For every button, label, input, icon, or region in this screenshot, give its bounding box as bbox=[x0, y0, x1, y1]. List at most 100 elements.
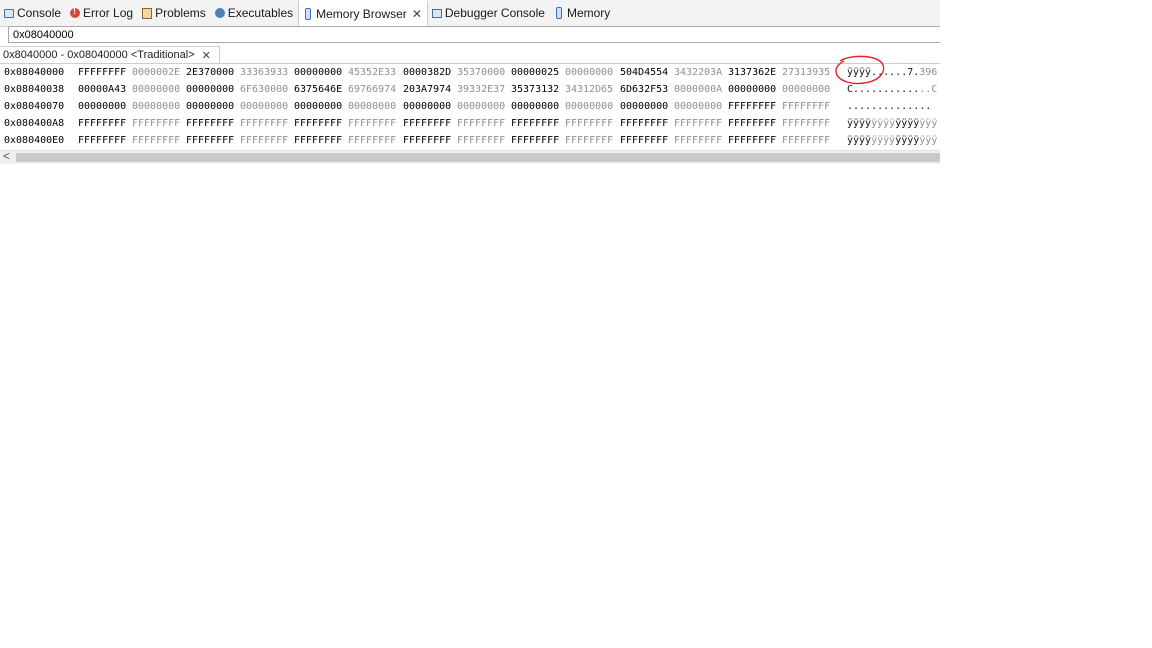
memory-word[interactable]: 45352E33 bbox=[348, 64, 396, 81]
memory-word[interactable]: FFFFFFFF bbox=[294, 132, 342, 149]
tab-problems[interactable]: Problems bbox=[138, 0, 211, 26]
table-row[interactable]: 0x080400E0 FFFFFFFF FFFFFFFF FFFFFFFF FFFFFF… bbox=[0, 132, 940, 149]
view-tab-bar: Console Error Log Problems Executables M… bbox=[0, 0, 940, 27]
tab-error-log[interactable]: Error Log bbox=[66, 0, 138, 26]
row-ascii[interactable]: ÿÿÿÿ......7.396 bbox=[847, 64, 937, 81]
memory-word[interactable]: FFFFFFFF bbox=[403, 132, 451, 149]
scrollbar-thumb[interactable] bbox=[16, 153, 940, 162]
memory-word[interactable]: 00000000 bbox=[511, 98, 559, 115]
memory-word[interactable]: 0000382D bbox=[403, 64, 451, 81]
tab-label: Memory Browser bbox=[316, 7, 407, 21]
memory-word[interactable]: FFFFFFFF bbox=[132, 132, 180, 149]
memory-word[interactable]: 00000000 bbox=[457, 98, 505, 115]
memory-word[interactable]: 39332E37 bbox=[457, 81, 505, 98]
memory-word[interactable]: 00000000 bbox=[186, 98, 234, 115]
memory-word[interactable]: 3137362E bbox=[728, 64, 776, 81]
ascii-segment: 396 bbox=[919, 67, 938, 78]
memory-word[interactable]: FFFFFFFF bbox=[403, 115, 451, 132]
memory-word[interactable]: FFFFFFFF bbox=[240, 115, 288, 132]
tab-rendering-traditional[interactable]: 0x8040000 - 0x08040000 <Traditional> ✕ bbox=[0, 46, 220, 63]
memory-word[interactable]: FFFFFFFF bbox=[565, 132, 613, 149]
tab-memory-browser[interactable]: Memory Browser ✕ bbox=[298, 0, 428, 26]
memory-word[interactable]: 3432203A bbox=[674, 64, 722, 81]
memory-word[interactable]: 203A7974 bbox=[403, 81, 451, 98]
memory-word[interactable]: 00000000 bbox=[565, 64, 613, 81]
row-ascii[interactable]: C.............C bbox=[847, 81, 937, 98]
row-ascii[interactable]: ÿÿÿÿÿÿÿÿÿÿÿÿÿÿÿ bbox=[847, 115, 937, 132]
memory-word[interactable]: FFFFFFFF bbox=[457, 115, 505, 132]
horizontal-scrollbar[interactable]: < bbox=[0, 149, 940, 164]
memory-word[interactable]: 00000000 bbox=[186, 81, 234, 98]
table-row[interactable]: 0x08040000 FFFFFFFF 0000002E 2E370000 333639… bbox=[0, 64, 940, 81]
close-icon[interactable]: ✕ bbox=[412, 7, 422, 21]
memory-word[interactable]: FFFFFFFF bbox=[674, 132, 722, 149]
table-row[interactable]: 0x080400A8 FFFFFFFF FFFFFFFF FFFFFFFF FFFFFF… bbox=[0, 115, 940, 132]
memory-word[interactable]: FFFFFFFF bbox=[132, 115, 180, 132]
memory-word[interactable]: 69766974 bbox=[348, 81, 396, 98]
memory-word[interactable]: FFFFFFFF bbox=[674, 115, 722, 132]
memory-word[interactable]: FFFFFFFF bbox=[728, 115, 776, 132]
memory-word[interactable]: 00000025 bbox=[511, 64, 559, 81]
memory-word[interactable]: FFFFFFFF bbox=[728, 132, 776, 149]
memory-word[interactable]: 34312D65 bbox=[565, 81, 613, 98]
memory-word[interactable]: 00000000 bbox=[728, 81, 776, 98]
memory-word[interactable]: 00000000 bbox=[294, 64, 342, 81]
memory-word[interactable]: 00000000 bbox=[620, 98, 668, 115]
memory-word[interactable]: FFFFFFFF bbox=[186, 132, 234, 149]
tab-debugger-console[interactable]: Debugger Console bbox=[428, 0, 550, 26]
address-bar[interactable] bbox=[8, 26, 940, 43]
memory-word[interactable]: 00000000 bbox=[782, 81, 830, 98]
memory-word[interactable]: FFFFFFFF bbox=[457, 132, 505, 149]
memory-word[interactable]: FFFFFFFF bbox=[782, 115, 830, 132]
memory-word[interactable]: FFFFFFFF bbox=[348, 132, 396, 149]
memory-table[interactable]: 0x08040000 FFFFFFFF 0000002E 2E370000 333639… bbox=[0, 64, 940, 150]
debugger-console-icon bbox=[431, 8, 442, 18]
table-row[interactable]: 0x08040070 00000000 00000000 00000000 000000… bbox=[0, 98, 940, 115]
memory-word[interactable]: 6F630000 bbox=[240, 81, 288, 98]
memory-word[interactable]: FFFFFFFF bbox=[78, 115, 126, 132]
address-input[interactable] bbox=[9, 27, 940, 43]
row-ascii[interactable]: .............. bbox=[847, 98, 931, 115]
tab-console[interactable]: Console bbox=[0, 0, 66, 26]
memory-word[interactable]: FFFFFFFF bbox=[511, 132, 559, 149]
memory-word[interactable]: FFFFFFFF bbox=[728, 98, 776, 115]
row-ascii[interactable]: ÿÿÿÿÿÿÿÿÿÿÿÿÿÿÿ bbox=[847, 132, 937, 149]
memory-word[interactable]: FFFFFFFF bbox=[565, 115, 613, 132]
memory-word[interactable]: FFFFFFFF bbox=[782, 98, 830, 115]
memory-word[interactable]: 33363933 bbox=[240, 64, 288, 81]
tab-executables[interactable]: Executables bbox=[211, 0, 298, 26]
memory-word[interactable]: 6375646E bbox=[294, 81, 342, 98]
memory-word[interactable]: FFFFFFFF bbox=[782, 132, 830, 149]
close-icon[interactable]: ✕ bbox=[202, 49, 211, 62]
memory-word[interactable]: 504D4554 bbox=[620, 64, 668, 81]
memory-word[interactable]: FFFFFFFF bbox=[348, 115, 396, 132]
memory-word[interactable]: FFFFFFFF bbox=[78, 132, 126, 149]
memory-word[interactable]: 6D632F53 bbox=[620, 81, 668, 98]
memory-word[interactable]: 35373132 bbox=[511, 81, 559, 98]
scroll-left-icon[interactable]: < bbox=[3, 149, 10, 163]
memory-word[interactable]: 00000A43 bbox=[78, 81, 126, 98]
memory-word[interactable]: 00000000 bbox=[294, 98, 342, 115]
memory-word[interactable]: 0000002E bbox=[132, 64, 180, 81]
memory-word[interactable]: FFFFFFFF bbox=[620, 132, 668, 149]
memory-word[interactable]: 2E370000 bbox=[186, 64, 234, 81]
memory-word[interactable]: 00000000 bbox=[348, 98, 396, 115]
memory-word[interactable]: FFFFFFFF bbox=[620, 115, 668, 132]
memory-word[interactable]: 35370000 bbox=[457, 64, 505, 81]
memory-word[interactable]: 0000000A bbox=[674, 81, 722, 98]
memory-word[interactable]: FFFFFFFF bbox=[186, 115, 234, 132]
memory-word[interactable]: FFFFFFFF bbox=[294, 115, 342, 132]
memory-word[interactable]: 00000000 bbox=[674, 98, 722, 115]
memory-word[interactable]: FFFFFFFF bbox=[511, 115, 559, 132]
table-row[interactable]: 0x08040038 00000A43 00000000 00000000 6F6300… bbox=[0, 81, 940, 98]
memory-word[interactable]: 00000000 bbox=[78, 98, 126, 115]
memory-word[interactable]: FFFFFFFF bbox=[78, 64, 126, 81]
memory-word[interactable]: 00000000 bbox=[240, 98, 288, 115]
memory-word[interactable]: 00000000 bbox=[132, 81, 180, 98]
tab-memory[interactable]: Memory bbox=[550, 0, 615, 26]
memory-word[interactable]: 00000000 bbox=[132, 98, 180, 115]
memory-word[interactable]: FFFFFFFF bbox=[240, 132, 288, 149]
memory-word[interactable]: 00000000 bbox=[565, 98, 613, 115]
memory-word[interactable]: 27313935 bbox=[782, 64, 830, 81]
memory-word[interactable]: 00000000 bbox=[403, 98, 451, 115]
